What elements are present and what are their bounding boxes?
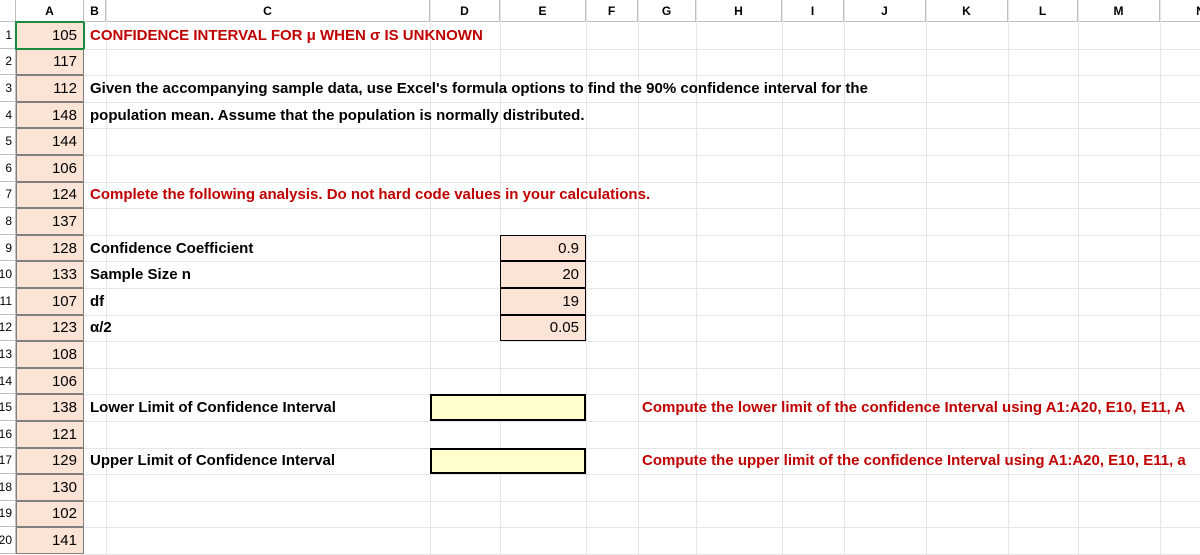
cell-A20[interactable]: 141 [16, 527, 84, 554]
corner-cell [0, 0, 16, 22]
cell-A4[interactable]: 148 [16, 102, 84, 129]
cell-A1[interactable]: 105 [16, 22, 84, 49]
worksheet-title: CONFIDENCE INTERVAL FOR μ WHEN σ IS UNKN… [90, 22, 483, 49]
cell-A8[interactable]: 137 [16, 208, 84, 235]
cell-A12[interactable]: 123 [16, 315, 84, 342]
column-A: A 105 117 112 148 144 106 124 137 128 13… [16, 0, 84, 554]
row-header[interactable]: 9 [0, 235, 16, 262]
upper-limit-label: Upper Limit of Confidence Interval [90, 448, 335, 475]
cell-A16[interactable]: 121 [16, 421, 84, 448]
lower-limit-hint: Compute the lower limit of the confidenc… [642, 394, 1185, 421]
row-header[interactable]: 11 [0, 288, 16, 315]
row-header[interactable]: 18 [0, 474, 16, 501]
row-header[interactable]: 2 [0, 49, 16, 76]
row-header[interactable]: 4 [0, 102, 16, 129]
cell-A2[interactable]: 117 [16, 49, 84, 76]
cell-A18[interactable]: 130 [16, 474, 84, 501]
cell-A9[interactable]: 128 [16, 235, 84, 262]
cell-A7[interactable]: 124 [16, 182, 84, 209]
cell-A10[interactable]: 133 [16, 261, 84, 288]
upper-limit-answer-cell[interactable] [430, 448, 586, 475]
sample-size-label: Sample Size n [90, 261, 191, 288]
df-cell[interactable]: 19 [500, 288, 586, 315]
row-header[interactable]: 19 [0, 501, 16, 528]
confidence-coefficient-cell[interactable]: 0.9 [500, 235, 586, 262]
cell-A14[interactable]: 106 [16, 368, 84, 395]
lower-limit-answer-cell[interactable] [430, 394, 586, 421]
problem-prompt-line2: population mean. Assume that the populat… [90, 102, 584, 129]
row-header[interactable]: 15 [0, 394, 16, 421]
lower-limit-label: Lower Limit of Confidence Interval [90, 394, 336, 421]
row-header[interactable]: 6 [0, 155, 16, 182]
upper-limit-hint: Compute the upper limit of the confidenc… [642, 448, 1186, 475]
row-header[interactable]: 13 [0, 341, 16, 368]
row-header[interactable]: 10 [0, 261, 16, 288]
problem-prompt-line1: Given the accompanying sample data, use … [90, 75, 868, 102]
confidence-coefficient-label: Confidence Coefficient [90, 235, 253, 262]
alpha-half-cell[interactable]: 0.05 [500, 315, 586, 342]
cell-A15[interactable]: 138 [16, 394, 84, 421]
row-number-gutter: 1 2 3 4 5 6 7 8 9 10 11 12 13 14 15 16 1… [0, 0, 16, 554]
cell-A19[interactable]: 102 [16, 501, 84, 528]
cell-A3[interactable]: 112 [16, 75, 84, 102]
cell-A5[interactable]: 144 [16, 128, 84, 155]
cell-A17[interactable]: 129 [16, 448, 84, 475]
analysis-instruction: Complete the following analysis. Do not … [90, 182, 650, 209]
row-header[interactable]: 8 [0, 208, 16, 235]
alpha-half-label: α/2 [90, 315, 112, 342]
row-header[interactable]: 3 [0, 75, 16, 102]
cell-A13[interactable]: 108 [16, 341, 84, 368]
df-label: df [90, 288, 104, 315]
row-header[interactable]: 1 [0, 22, 16, 49]
cell-A6[interactable]: 106 [16, 155, 84, 182]
row-header[interactable]: 14 [0, 368, 16, 395]
row-header[interactable]: 5 [0, 128, 16, 155]
col-header-A[interactable]: A [16, 0, 84, 22]
sample-size-cell[interactable]: 20 [500, 261, 586, 288]
row-header[interactable]: 20 [0, 527, 16, 554]
row-header[interactable]: 7 [0, 182, 16, 209]
row-header[interactable]: 12 [0, 315, 16, 342]
cell-A11[interactable]: 107 [16, 288, 84, 315]
row-header[interactable]: 17 [0, 448, 16, 475]
row-header[interactable]: 16 [0, 421, 16, 448]
